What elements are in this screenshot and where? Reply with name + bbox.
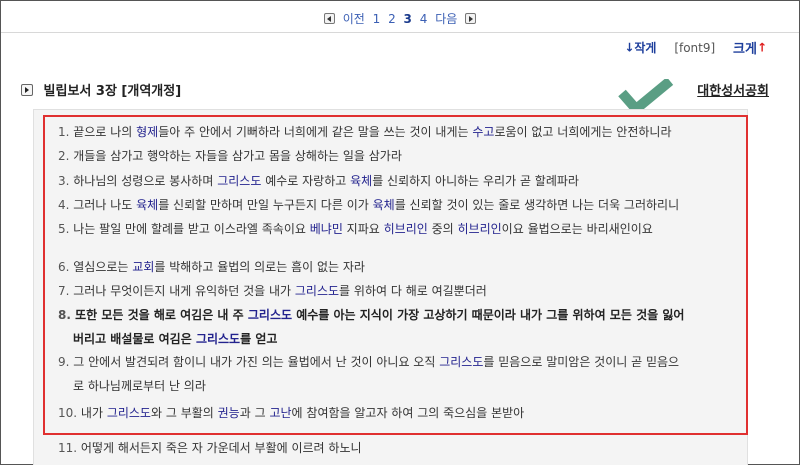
- verse-text: 를 위하여 다 해로 여길뿐더러: [339, 284, 487, 298]
- highlighted-term[interactable]: 그리스도: [107, 406, 151, 420]
- font-size-controls: ↓작게 [font9] 크게↑: [624, 38, 767, 58]
- highlighted-term[interactable]: 히브리인: [458, 222, 502, 236]
- font-smaller-button[interactable]: 작게: [634, 41, 656, 55]
- verse-line: 8. 또한 모든 것을 해로 여김은 내 주 그리스도 예수를 아는 지식이 가…: [58, 306, 684, 323]
- verse-text: 와 그 부활의: [150, 406, 218, 420]
- page-link-1[interactable]: 1: [373, 12, 381, 26]
- divider: [1, 32, 799, 33]
- next-page-link[interactable]: 다음: [435, 10, 457, 27]
- verse-line-continued: 버리고 배설물로 여김은 그리스도를 얻고: [73, 330, 277, 347]
- verse-number: 8.: [58, 308, 76, 322]
- verse-number: 3.: [58, 174, 74, 188]
- verse-number: 5.: [58, 222, 74, 236]
- play-triangle-icon[interactable]: [21, 83, 33, 96]
- verse-text: 개들을 삼가고 행악하는 자들을 삼가고 몸을 상해하는 일을 삼가라: [73, 149, 402, 163]
- verse-number: 9.: [58, 355, 74, 369]
- chapter-title: 빌립보서 3장 [개역개정]: [43, 84, 182, 99]
- verse-number: 2.: [58, 149, 74, 163]
- chapter-title-bar: 빌립보서 3장 [개역개정]: [21, 80, 181, 99]
- verse-line: 9. 그 안에서 발견되려 함이니 내가 가진 의는 율법에서 난 것이 아니요…: [58, 353, 679, 370]
- verse-text: 에 참여함을 알고자 하여 그의 죽으심을 본받아: [291, 406, 525, 420]
- page-link-2[interactable]: 2: [388, 12, 396, 26]
- verse-text: 버리고 배설물로 여김은: [73, 332, 196, 346]
- verse-text: 그러나 나도: [73, 198, 137, 212]
- verse-line: 1. 끝으로 나의 형제들아 주 안에서 기뻐하라 너희에게 같은 말을 쓰는 …: [58, 123, 672, 140]
- verse-number: 1.: [58, 125, 74, 139]
- arrow-up-icon[interactable]: ↑: [757, 41, 767, 55]
- verse-text: 그러나 무엇이든지 내게 유익하던 것을 내가: [73, 284, 295, 298]
- verse-text: 끝으로 나의: [73, 125, 137, 139]
- highlighted-term[interactable]: 히브리인: [384, 222, 428, 236]
- verse-number: 10.: [58, 406, 81, 420]
- verse-text: 를 신뢰할 만하며 만일 누구든지 다른 이가: [158, 198, 373, 212]
- verse-text: 열심으로는: [73, 260, 133, 274]
- highlighted-term[interactable]: 그리스도: [217, 174, 261, 188]
- highlighted-term[interactable]: 권능: [218, 406, 240, 420]
- verse-text: 를 신뢰할 것이 있는 줄로 생각하면 나는 더욱 그러하리니: [394, 198, 680, 212]
- verse-line: 2. 개들을 삼가고 행악하는 자들을 삼가고 몸을 상해하는 일을 삼가라: [58, 147, 402, 164]
- arrow-down-icon[interactable]: ↓: [624, 41, 634, 55]
- verse-line: 4. 그러나 나도 육체를 신뢰할 만하며 만일 누구든지 다른 이가 육체를 …: [58, 196, 679, 213]
- font-name-label: [font9]: [674, 40, 716, 55]
- verse-number: 11.: [58, 441, 81, 455]
- page-link-3-current[interactable]: 3: [404, 12, 412, 26]
- verse-line: 11. 어떻게 해서든지 죽은 자 가운데서 부활에 이르려 하노니: [58, 439, 362, 456]
- verse-text: 로 하나님께로부터 난 의라: [73, 379, 206, 393]
- verse-text: 이요 율법으로는 바리새인이요: [501, 222, 653, 236]
- verse-text: 예수를 아는 지식이 가장 고상하기 때문이라 내가 그를 위하여 모든 것을 …: [292, 308, 685, 322]
- verse-line: 7. 그러나 무엇이든지 내게 유익하던 것을 내가 그리스도를 위하여 다 해…: [58, 282, 487, 299]
- verse-number: 7.: [58, 284, 74, 298]
- highlighted-term[interactable]: 육체: [350, 174, 372, 188]
- highlighted-term[interactable]: 수고: [472, 125, 494, 139]
- highlighted-term[interactable]: 베냐민: [310, 222, 343, 236]
- verse-text: 그 안에서 발견되려 함이니 내가 가진 의는 율법에서 난 것이 아니요 오직: [73, 355, 440, 369]
- prev-page-icon[interactable]: [323, 13, 335, 24]
- next-page-icon[interactable]: [465, 13, 477, 24]
- verse-line: 5. 나는 팔일 만에 할례를 받고 이스라엘 족속이요 베냐민 지파요 히브리…: [58, 220, 653, 237]
- pagination: 이전 1 2 3 4 다음: [1, 10, 799, 27]
- verse-text: 를 믿음으로 말미암은 것이니 곧 믿음으: [483, 355, 680, 369]
- verse-text: 예수로 자랑하고: [261, 174, 351, 188]
- highlighted-term[interactable]: 육체: [136, 198, 158, 212]
- highlighted-term[interactable]: 그리스도: [439, 355, 483, 369]
- highlighted-term[interactable]: 그리스도: [248, 308, 292, 322]
- highlighted-term[interactable]: 그리스도: [295, 284, 339, 298]
- page-link-4[interactable]: 4: [420, 12, 428, 26]
- verse-text: 지파요: [342, 222, 384, 236]
- verse-text: 과 그: [239, 406, 270, 420]
- highlighted-term[interactable]: 형제: [136, 125, 158, 139]
- verse-text: 를 신뢰하지 아니하는 우리가 곧 할례파라: [372, 174, 579, 188]
- verse-text: 를 박해하고 율법의 의로는 흠이 없는 자라: [154, 260, 365, 274]
- verse-number: 6.: [58, 260, 74, 274]
- highlighted-term[interactable]: 고난: [269, 406, 291, 420]
- verse-text: 어떻게 해서든지 죽은 자 가운데서 부활에 이르려 하노니: [80, 441, 362, 455]
- verse-text: 를 얻고: [240, 332, 278, 346]
- verse-text: 들아 주 안에서 기뻐하라 너희에게 같은 말을 쓰는 것이 내게는: [158, 125, 473, 139]
- verse-line-continued: 로 하나님께로부터 난 의라: [73, 377, 206, 394]
- verse-line: 6. 열심으로는 교회를 박해하고 율법의 의로는 흠이 없는 자라: [58, 258, 365, 275]
- highlighted-term[interactable]: 그리스도: [196, 332, 240, 346]
- highlighted-term[interactable]: 교회: [132, 260, 154, 274]
- verse-text: 내가: [80, 406, 107, 420]
- font-larger-button[interactable]: 크게: [733, 42, 757, 57]
- publisher-link[interactable]: 대한성서공회: [697, 80, 769, 99]
- verse-line: 3. 하나님의 성령으로 봉사하며 그리스도 예수로 자랑하고 육체를 신뢰하지…: [58, 172, 579, 189]
- verse-text: 로움이 없고 너희에게는 안전하니라: [494, 125, 672, 139]
- prev-page-link[interactable]: 이전: [343, 10, 365, 27]
- verse-text: 중의: [427, 222, 458, 236]
- verse-line: 10. 내가 그리스도와 그 부활의 권능과 그 고난에 참여함을 알고자 하여…: [58, 404, 524, 421]
- verse-number: 4.: [58, 198, 74, 212]
- highlighted-term[interactable]: 육체: [373, 198, 395, 212]
- verse-text: 하나님의 성령으로 봉사하며: [73, 174, 218, 188]
- verse-text: 또한 모든 것을 해로 여김은 내 주: [75, 308, 248, 322]
- verse-text: 나는 팔일 만에 할례를 받고 이스라엘 족속이요: [73, 222, 310, 236]
